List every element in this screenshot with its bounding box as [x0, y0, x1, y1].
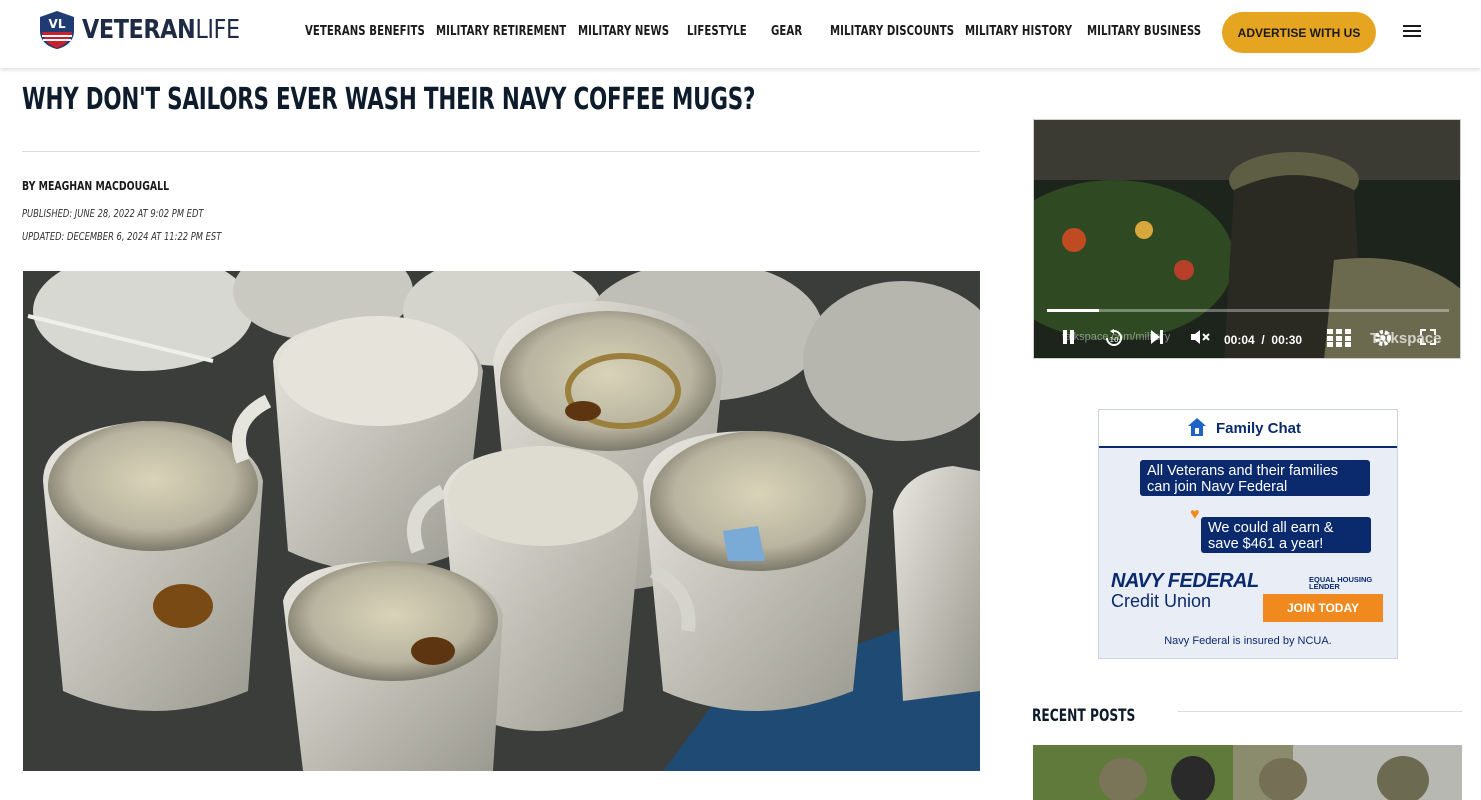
nav-veterans-benefits[interactable]: VETERANS BENEFITS [305, 24, 425, 39]
byline: BY MEAGHAN MACDOUGALL [22, 179, 169, 193]
article-title: WHY DON'T SAILORS EVER WASH THEIR NAVY C… [22, 82, 756, 117]
hero-image [23, 271, 980, 771]
nav-military-business[interactable]: MILITARY BUSINESS [1087, 24, 1201, 39]
advertise-button[interactable]: ADVERTISE WITH US [1222, 12, 1376, 53]
nav-military-discounts[interactable]: MILITARY DISCOUNTS [830, 24, 954, 39]
navy-federal-logo-sub: Credit Union [1111, 591, 1212, 611]
recent-posts-title: RECENT POSTS [1032, 706, 1136, 727]
ad-header: Family Chat [1099, 410, 1397, 448]
video-duration: 00:30 [1271, 333, 1303, 347]
byline-prefix: BY [22, 179, 36, 193]
video-current-time: 00:04 [1224, 333, 1255, 347]
next-icon[interactable] [1150, 329, 1164, 345]
coffee-mugs-photo [23, 271, 980, 771]
heart-icon: ♥ [1190, 506, 1200, 523]
video-progress-fill [1047, 309, 1100, 312]
navy-federal-logo: NAVY FEDERAL Credit Union [1111, 571, 1259, 610]
navy-federal-ad[interactable]: Family Chat All Veterans and their famil… [1098, 409, 1398, 659]
video-progress-bar[interactable] [1047, 309, 1449, 312]
video-controls: talkspace.com/military 10 00:04 / 00:30 … [1034, 323, 1460, 355]
mute-icon[interactable] [1190, 329, 1210, 345]
ad-chat-bubble-1: All Veterans and their families can join… [1140, 460, 1370, 496]
nav-military-history[interactable]: MILITARY HISTORY [965, 24, 1072, 39]
recent-posts-divider [1178, 711, 1462, 712]
published-date: PUBLISHED: JUNE 28, 2022 AT 9:02 PM EDT [22, 207, 204, 220]
updated-date: UPDATED: DECEMBER 6, 2024 AT 11:22 PM ES… [22, 230, 222, 243]
recent-post-thumbnail[interactable] [1033, 745, 1462, 800]
pause-icon[interactable] [1062, 329, 1076, 345]
ad-disclaimer: Navy Federal is insured by NCUA. [1164, 635, 1332, 647]
ad-header-title: Family Chat [1216, 420, 1302, 437]
equal-housing-lender-badge: EQUAL HOUSING LENDER [1309, 575, 1373, 591]
video-time: 00:04 / 00:30 [1224, 333, 1302, 347]
grid-icon[interactable] [1327, 329, 1351, 347]
join-today-button[interactable]: JOIN TODAY [1263, 594, 1383, 622]
recent-post-photo [1033, 745, 1462, 800]
navy-federal-logo-name: NAVY FEDERAL [1111, 570, 1259, 592]
svg-text:10: 10 [1110, 336, 1119, 344]
nav-gear[interactable]: GEAR [771, 24, 802, 39]
title-divider [22, 151, 980, 152]
replay-10-icon[interactable]: 10 [1104, 329, 1124, 347]
house-icon [1188, 418, 1206, 436]
video-player[interactable]: talkspace.com/military 10 00:04 / 00:30 … [1033, 119, 1461, 359]
hamburger-icon[interactable] [1403, 25, 1421, 39]
author-link[interactable]: MEAGHAN MACDOUGALL [39, 179, 169, 193]
video-time-separator: / [1261, 333, 1265, 347]
ad-chat-bubble-2: We could all earn & save $461 a year! [1201, 517, 1371, 553]
fullscreen-icon[interactable] [1420, 329, 1436, 345]
nav-military-news[interactable]: MILITARY NEWS [578, 24, 669, 39]
nav-military-retirement[interactable]: MILITARY RETIREMENT [436, 24, 566, 39]
site-header: VL VETERANLIFE VETERANS BENEFITS MILITAR… [0, 0, 1481, 68]
nav-lifestyle[interactable]: LIFESTYLE [687, 24, 747, 39]
settings-icon[interactable] [1374, 329, 1392, 347]
